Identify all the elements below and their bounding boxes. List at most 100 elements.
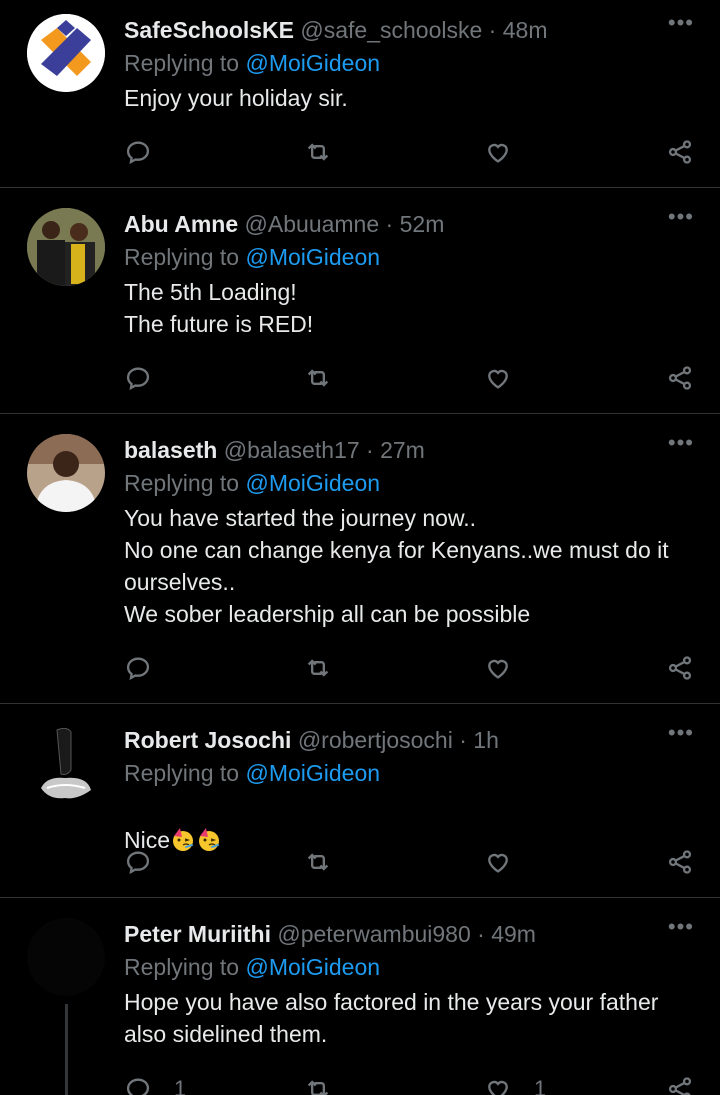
mention-link[interactable]: @MoiGideon <box>245 244 380 270</box>
like-button[interactable] <box>484 653 512 683</box>
separator-dot: · <box>477 921 485 947</box>
share-button[interactable] <box>666 137 694 167</box>
tweet[interactable]: Robert Josochi @robertjosochi · 1h Reply… <box>0 704 720 898</box>
tweet-actions <box>124 137 694 167</box>
replying-to-label: Replying to <box>124 954 240 980</box>
retweet-button[interactable] <box>304 653 332 683</box>
safeschools-logo-icon <box>27 14 105 92</box>
share-icon <box>668 850 692 874</box>
like-button[interactable] <box>484 363 512 393</box>
reply-button[interactable] <box>124 363 152 393</box>
replying-to: Replying to @MoiGideon <box>124 756 690 790</box>
retweet-icon <box>307 1080 329 1095</box>
tweet[interactable]: Peter Muriithi @peterwambui980 · 49m Rep… <box>0 898 720 1095</box>
reply-button[interactable]: 1 <box>124 1074 186 1095</box>
more-options-icon[interactable]: ••• <box>668 204 694 230</box>
mention-link[interactable]: @MoiGideon <box>245 470 380 496</box>
replying-to-label: Replying to <box>124 760 240 786</box>
tweet-text: Hope you have also factored in the years… <box>124 989 659 1047</box>
reply-button[interactable] <box>124 847 152 877</box>
reply-icon <box>126 1078 150 1095</box>
reply-button[interactable] <box>124 653 152 683</box>
user-handle[interactable]: @balaseth17 <box>224 437 360 463</box>
tweet-header: SafeSchoolsKE @safe_schoolske · 48m <box>124 14 690 46</box>
display-name[interactable]: Abu Amne <box>124 211 238 237</box>
replying-to-label: Replying to <box>124 50 240 76</box>
share-button[interactable] <box>666 847 694 877</box>
replying-to: Replying to @MoiGideon <box>124 240 690 274</box>
replying-to: Replying to @MoiGideon <box>124 466 690 500</box>
mention-link[interactable]: @MoiGideon <box>245 760 380 786</box>
timestamp[interactable]: 49m <box>491 921 536 947</box>
more-options-icon[interactable]: ••• <box>668 430 694 456</box>
retweet-button[interactable] <box>304 1074 332 1095</box>
timestamp[interactable]: 1h <box>473 727 499 753</box>
more-options-icon[interactable]: ••• <box>668 10 694 36</box>
retweet-button[interactable] <box>304 847 332 877</box>
separator-dot: · <box>459 727 467 753</box>
tweet-feed: SafeSchoolsKE @safe_schoolske · 48m Repl… <box>0 0 720 1095</box>
share-icon <box>668 1077 692 1095</box>
tweet-header: Peter Muriithi @peterwambui980 · 49m <box>124 918 690 950</box>
avatar[interactable] <box>27 918 105 996</box>
like-button[interactable]: 1 <box>484 1074 546 1095</box>
tweet-actions <box>124 847 694 877</box>
tweet-text: Enjoy your holiday sir. <box>124 85 348 111</box>
display-name[interactable]: Robert Josochi <box>124 727 291 753</box>
share-icon <box>668 366 692 390</box>
display-name[interactable]: Peter Muriithi <box>124 921 271 947</box>
retweet-icon <box>307 369 329 387</box>
retweet-button[interactable] <box>304 363 332 393</box>
tweet-header: balaseth @balaseth17 · 27m <box>124 434 690 466</box>
thread-line <box>65 1004 68 1095</box>
tweet-header: Robert Josochi @robertjosochi · 1h <box>124 724 690 756</box>
share-button[interactable] <box>666 1074 694 1095</box>
retweet-icon <box>307 143 329 161</box>
tweet[interactable]: balaseth @balaseth17 · 27m Replying to @… <box>0 414 720 704</box>
display-name[interactable]: SafeSchoolsKE <box>124 17 294 43</box>
user-handle[interactable]: @safe_schoolske <box>300 17 482 43</box>
share-icon <box>668 656 692 680</box>
retweet-icon <box>307 853 329 871</box>
robot-head-photo-icon <box>27 724 105 802</box>
man-white-shirt-photo-icon <box>27 434 105 512</box>
retweet-icon <box>307 659 329 677</box>
tweet[interactable]: Abu Amne @Abuuamne · 52m Replying to @Mo… <box>0 188 720 414</box>
retweet-button[interactable] <box>304 137 332 167</box>
user-handle[interactable]: @peterwambui980 <box>277 921 470 947</box>
timestamp[interactable]: 27m <box>380 437 425 463</box>
tweet-text: The 5th Loading! The future is RED! <box>124 279 314 337</box>
user-handle[interactable]: @Abuuamne <box>245 211 380 237</box>
user-handle[interactable]: @robertjosochi <box>298 727 453 753</box>
separator-dot: · <box>488 17 497 43</box>
more-options-icon[interactable]: ••• <box>668 914 694 940</box>
avatar[interactable] <box>27 434 105 512</box>
tweet[interactable]: SafeSchoolsKE @safe_schoolske · 48m Repl… <box>0 0 720 188</box>
share-button[interactable] <box>666 363 694 393</box>
more-options-icon[interactable]: ••• <box>668 720 694 746</box>
replying-to: Replying to @MoiGideon <box>124 46 690 80</box>
reply-icon <box>126 141 150 165</box>
heart-icon <box>488 143 508 163</box>
heart-icon <box>488 659 508 679</box>
avatar[interactable] <box>27 208 105 286</box>
display-name[interactable]: balaseth <box>124 437 217 463</box>
tweet-actions: 1 1 <box>124 1074 694 1095</box>
replying-to-label: Replying to <box>124 244 240 270</box>
timestamp[interactable]: 52m <box>400 211 445 237</box>
avatar[interactable] <box>27 14 105 92</box>
heart-icon <box>488 369 508 389</box>
share-button[interactable] <box>666 653 694 683</box>
mention-link[interactable]: @MoiGideon <box>245 50 380 76</box>
two-men-photo-icon <box>27 208 105 286</box>
share-icon <box>668 140 692 164</box>
mention-link[interactable]: @MoiGideon <box>245 954 380 980</box>
timestamp[interactable]: 48m <box>503 17 548 43</box>
reply-button[interactable] <box>124 137 152 167</box>
avatar[interactable] <box>27 724 105 802</box>
like-button[interactable] <box>484 847 512 877</box>
tweet-header: Abu Amne @Abuuamne · 52m <box>124 208 690 240</box>
separator-dot: · <box>385 211 394 237</box>
like-button[interactable] <box>484 137 512 167</box>
reply-icon <box>126 657 150 681</box>
